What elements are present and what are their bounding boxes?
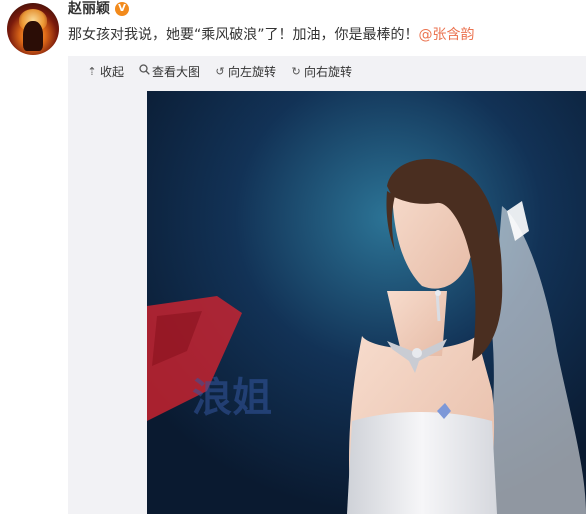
post-body: 那女孩对我说，她要“乘风破浪”了！加油，你是最棒的！: [68, 27, 419, 43]
avatar[interactable]: [7, 3, 59, 55]
collapse-up-icon: ⇡: [87, 65, 97, 78]
avatar-figure: [23, 21, 43, 51]
media-toolbar: ⇡ 收起 查看大图 ↺ 向左旋转 ↻ 向右旋转: [86, 64, 366, 80]
author-line: 赵丽颖 V: [68, 1, 129, 17]
verified-badge-icon: V: [115, 2, 129, 16]
view-large-label: 查看大图: [152, 65, 201, 79]
weibo-post: 赵丽颖 V 那女孩对我说，她要“乘风破浪”了！加油，你是最棒的！@张含韵 ⇡ 收…: [0, 0, 586, 514]
magnifier-icon: [138, 64, 150, 80]
photo-illustration: 浪姐: [147, 91, 586, 514]
collapse-button[interactable]: ⇡ 收起: [86, 64, 124, 80]
mention-link[interactable]: @张含韵: [419, 27, 475, 43]
rotate-left-label: 向左旋转: [228, 65, 277, 79]
view-large-button[interactable]: 查看大图: [138, 64, 200, 80]
author-name[interactable]: 赵丽颖: [68, 1, 110, 17]
collapse-label: 收起: [100, 65, 125, 79]
rotate-left-button[interactable]: ↺ 向左旋转: [214, 64, 276, 80]
rotate-left-icon: ↺: [215, 65, 225, 78]
post-text: 那女孩对我说，她要“乘风破浪”了！加油，你是最棒的！@张含韵: [68, 25, 475, 45]
rotate-right-icon: ↻: [291, 65, 301, 78]
rotate-right-button[interactable]: ↻ 向右旋转: [290, 64, 352, 80]
media-panel: ⇡ 收起 查看大图 ↺ 向左旋转 ↻ 向右旋转 浪姐: [68, 56, 586, 514]
post-photo[interactable]: 浪姐: [147, 91, 586, 514]
stage-logo-text: 浪姐: [192, 375, 272, 421]
rotate-right-label: 向右旋转: [304, 65, 353, 79]
